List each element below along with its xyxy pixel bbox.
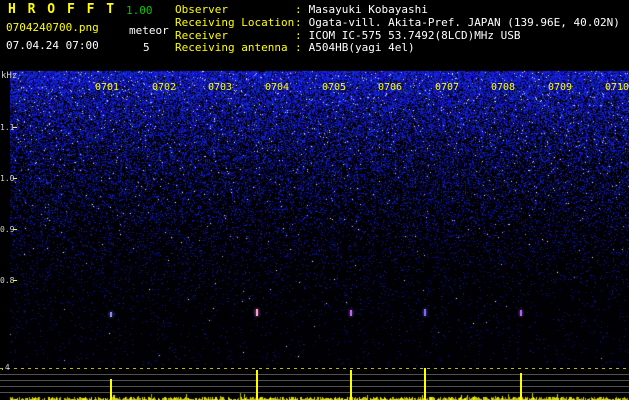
- observation-mode-label: meteor: [129, 24, 169, 37]
- spectrogram-noise-canvas: [0, 0, 629, 400]
- info-label: Receiving Location: [175, 15, 295, 29]
- freq-axis-unit: kHz: [1, 71, 18, 81]
- strip-gridline: [0, 380, 629, 381]
- observation-datetime: 07.04.24 07:00: [6, 39, 99, 52]
- info-colon: :: [295, 15, 302, 29]
- info-colon: :: [295, 41, 302, 55]
- info-value: ICOM IC-575 53.7492(8LCD)MHz USB: [308, 28, 521, 42]
- strip-gridline: [0, 392, 629, 393]
- strip-gridline: [0, 374, 629, 375]
- app-version: 1.00: [126, 4, 153, 17]
- info-value: Ogata-vill. Akita-Pref. JAPAN (139.96E, …: [308, 15, 620, 29]
- app-title: H R O F F T: [8, 2, 117, 17]
- strip-gridline: [0, 386, 629, 387]
- output-filename: 0704240700.png: [6, 21, 99, 34]
- station-info-block: Observer: Masayuki Kobayashi Receiving Lo…: [175, 3, 620, 55]
- info-value: Masayuki Kobayashi: [308, 3, 428, 16]
- echo-count: 5: [143, 41, 150, 54]
- info-colon: :: [295, 28, 302, 42]
- info-row-antenna: Receiving antenna: A504HB(yagi 4el): [175, 41, 620, 55]
- info-colon: :: [295, 3, 302, 16]
- strip-separator-line: [0, 368, 629, 369]
- info-label: Receiving antenna: [175, 41, 288, 55]
- hrofft-window: H R O F F T 1.00 0704240700.png meteor 0…: [0, 0, 629, 400]
- strip-axis-label: .4: [0, 363, 10, 372]
- info-label: Observer: [175, 3, 228, 16]
- info-value: A504HB(yagi 4el): [308, 41, 415, 55]
